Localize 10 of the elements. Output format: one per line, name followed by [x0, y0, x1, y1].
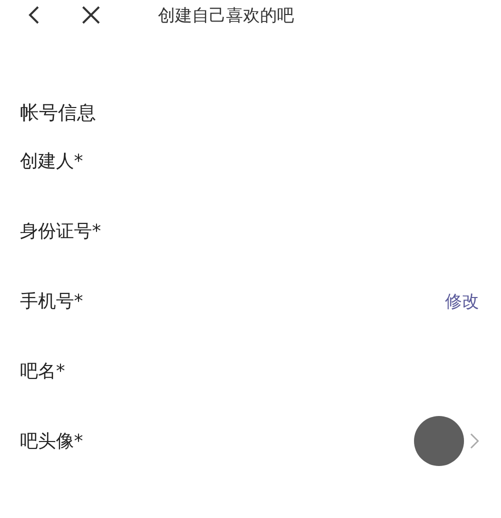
- field-label: 创建人*: [20, 150, 83, 173]
- close-button[interactable]: [80, 4, 102, 26]
- edit-link[interactable]: 修改: [445, 290, 479, 312]
- field-label: 身份证号*: [20, 220, 101, 243]
- page-title: 创建自己喜欢的吧: [158, 4, 294, 26]
- chevron-right-icon: [470, 433, 479, 449]
- field-label: 手机号*: [20, 290, 83, 313]
- field-label: 吧名*: [20, 360, 65, 383]
- field-label: 吧头像*: [20, 430, 83, 453]
- section-title: 帐号信息: [20, 101, 97, 126]
